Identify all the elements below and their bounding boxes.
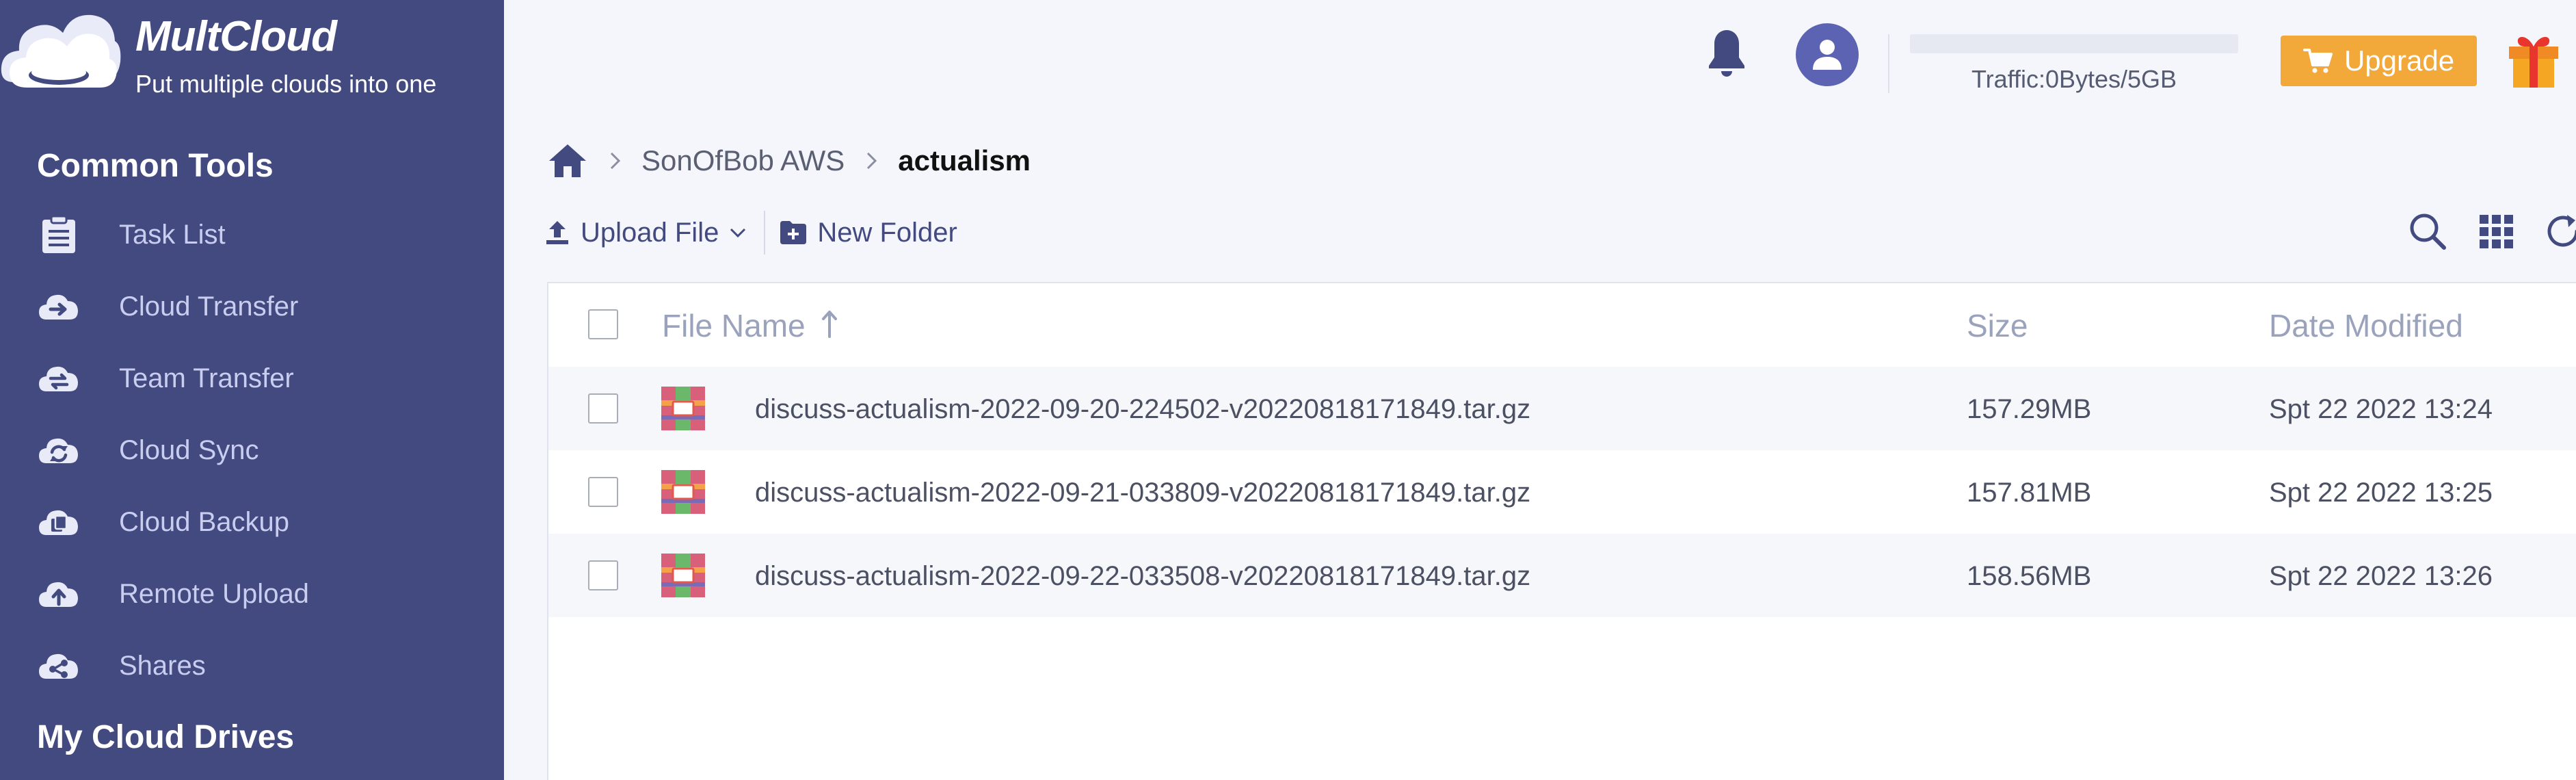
- new-folder-label: New Folder: [817, 217, 957, 248]
- logo[interactable]: MultCloud Put multiple clouds into one: [0, 0, 504, 120]
- row-checkbox[interactable]: [588, 560, 618, 590]
- cart-icon: [2302, 49, 2333, 73]
- table-row[interactable]: discuss-actualism-2022-09-20-224502-v202…: [548, 367, 2576, 450]
- sidebar-item-remote-upload[interactable]: Remote Upload: [0, 558, 504, 629]
- file-date: Spt 22 2022 13:25: [2269, 478, 2493, 508]
- remote-upload-icon: [38, 573, 79, 614]
- new-folder-icon: [780, 221, 807, 244]
- sidebar-item-cloud-backup[interactable]: Cloud Backup: [0, 486, 504, 558]
- sidebar-item-team-transfer[interactable]: Team Transfer: [0, 343, 504, 414]
- search-icon[interactable]: [2407, 211, 2448, 252]
- sidebar-item-label: Cloud Backup: [119, 506, 290, 537]
- logo-title: MultCloud: [135, 13, 337, 60]
- chevron-right-icon: [610, 152, 621, 170]
- new-folder-button[interactable]: New Folder: [779, 218, 957, 248]
- row-checkbox[interactable]: [588, 393, 618, 424]
- upload-file-button[interactable]: Upload File: [544, 218, 747, 248]
- logo-cloud-icon: [1, 14, 121, 88]
- archive-file-icon: [661, 554, 705, 597]
- upload-icon: [546, 221, 568, 244]
- column-header-file-name[interactable]: File Name: [662, 307, 838, 344]
- upload-file-label: Upload File: [581, 217, 719, 248]
- cloud-transfer-icon: [38, 286, 79, 327]
- task-list-icon: [38, 214, 79, 255]
- file-name[interactable]: discuss-actualism-2022-09-22-033508-v202…: [755, 561, 1530, 592]
- sidebar-item-label: Cloud Sync: [119, 434, 259, 465]
- sidebar-item-label: Task List: [119, 219, 226, 250]
- file-name[interactable]: discuss-actualism-2022-09-20-224502-v202…: [755, 394, 1530, 425]
- column-header-file-name-label: File Name: [662, 308, 806, 343]
- sidebar-item-label: Team Transfer: [119, 363, 294, 393]
- avatar[interactable]: [1796, 23, 1859, 86]
- file-size: 158.56MB: [1967, 561, 2092, 591]
- traffic-progress-bar: [1910, 34, 2238, 53]
- sidebar-item-label: Cloud Transfer: [119, 291, 299, 322]
- traffic-text: Traffic:0Bytes/5GB: [1971, 65, 2177, 93]
- select-all-checkbox[interactable]: [588, 309, 618, 339]
- breadcrumb-item[interactable]: SonOfBob AWS: [641, 144, 845, 177]
- share-icon: [38, 645, 79, 686]
- file-size: 157.29MB: [1967, 394, 2092, 424]
- section-title-my-cloud-drives: My Cloud Drives: [37, 719, 295, 755]
- column-header-size[interactable]: Size: [1967, 307, 2028, 344]
- user-icon: [1813, 40, 1842, 70]
- file-list: File Name Size Date Modified discuss-act…: [547, 282, 2576, 780]
- sort-ascending-icon: [822, 311, 838, 338]
- file-toolbar: Upload File New Folder: [544, 209, 957, 257]
- refresh-icon[interactable]: [2544, 211, 2576, 252]
- notification-bell-icon[interactable]: [1705, 27, 1749, 82]
- view-tools: [2407, 211, 2576, 252]
- archive-file-icon: [661, 387, 705, 430]
- home-icon[interactable]: [547, 142, 588, 180]
- sidebar-item-task-list[interactable]: Task List: [0, 199, 504, 270]
- section-title-common-tools: Common Tools: [37, 148, 274, 184]
- logo-tagline: Put multiple clouds into one: [135, 70, 437, 98]
- file-size: 157.81MB: [1967, 478, 2092, 508]
- sidebar-item-cloud-sync[interactable]: Cloud Sync: [0, 415, 504, 486]
- cloud-backup-icon: [38, 502, 79, 543]
- upgrade-button[interactable]: Upgrade: [2281, 36, 2477, 86]
- sidebar: MultCloud Put multiple clouds into one C…: [0, 0, 504, 780]
- archive-file-icon: [661, 470, 705, 514]
- gift-icon[interactable]: [2506, 31, 2561, 89]
- table-row[interactable]: discuss-actualism-2022-09-22-033508-v202…: [548, 534, 2576, 617]
- sidebar-item-cloud-transfer[interactable]: Cloud Transfer: [0, 271, 504, 342]
- sidebar-item-shares[interactable]: Shares: [0, 630, 504, 701]
- chevron-right-icon: [867, 152, 877, 170]
- table-row[interactable]: discuss-actualism-2022-09-21-033809-v202…: [548, 450, 2576, 534]
- table-header: File Name Size Date Modified: [548, 283, 2576, 367]
- column-header-date-modified[interactable]: Date Modified: [2269, 307, 2463, 344]
- breadcrumb-current: actualism: [898, 144, 1031, 177]
- sidebar-item-label: Shares: [119, 650, 206, 681]
- grid-view-icon[interactable]: [2475, 211, 2517, 252]
- file-date: Spt 22 2022 13:26: [2269, 561, 2493, 591]
- file-name[interactable]: discuss-actualism-2022-09-21-033809-v202…: [755, 478, 1530, 508]
- row-checkbox[interactable]: [588, 477, 618, 507]
- team-transfer-icon: [38, 358, 79, 399]
- header-divider: [1888, 34, 1889, 93]
- cloud-sync-icon: [38, 430, 79, 471]
- chevron-down-icon: [730, 228, 746, 238]
- file-date: Spt 22 2022 13:24: [2269, 394, 2493, 424]
- breadcrumb: SonOfBob AWS actualism: [547, 140, 1031, 181]
- sidebar-item-label: Remote Upload: [119, 578, 309, 609]
- toolbar-divider: [764, 211, 766, 255]
- upgrade-label: Upgrade: [2343, 44, 2455, 77]
